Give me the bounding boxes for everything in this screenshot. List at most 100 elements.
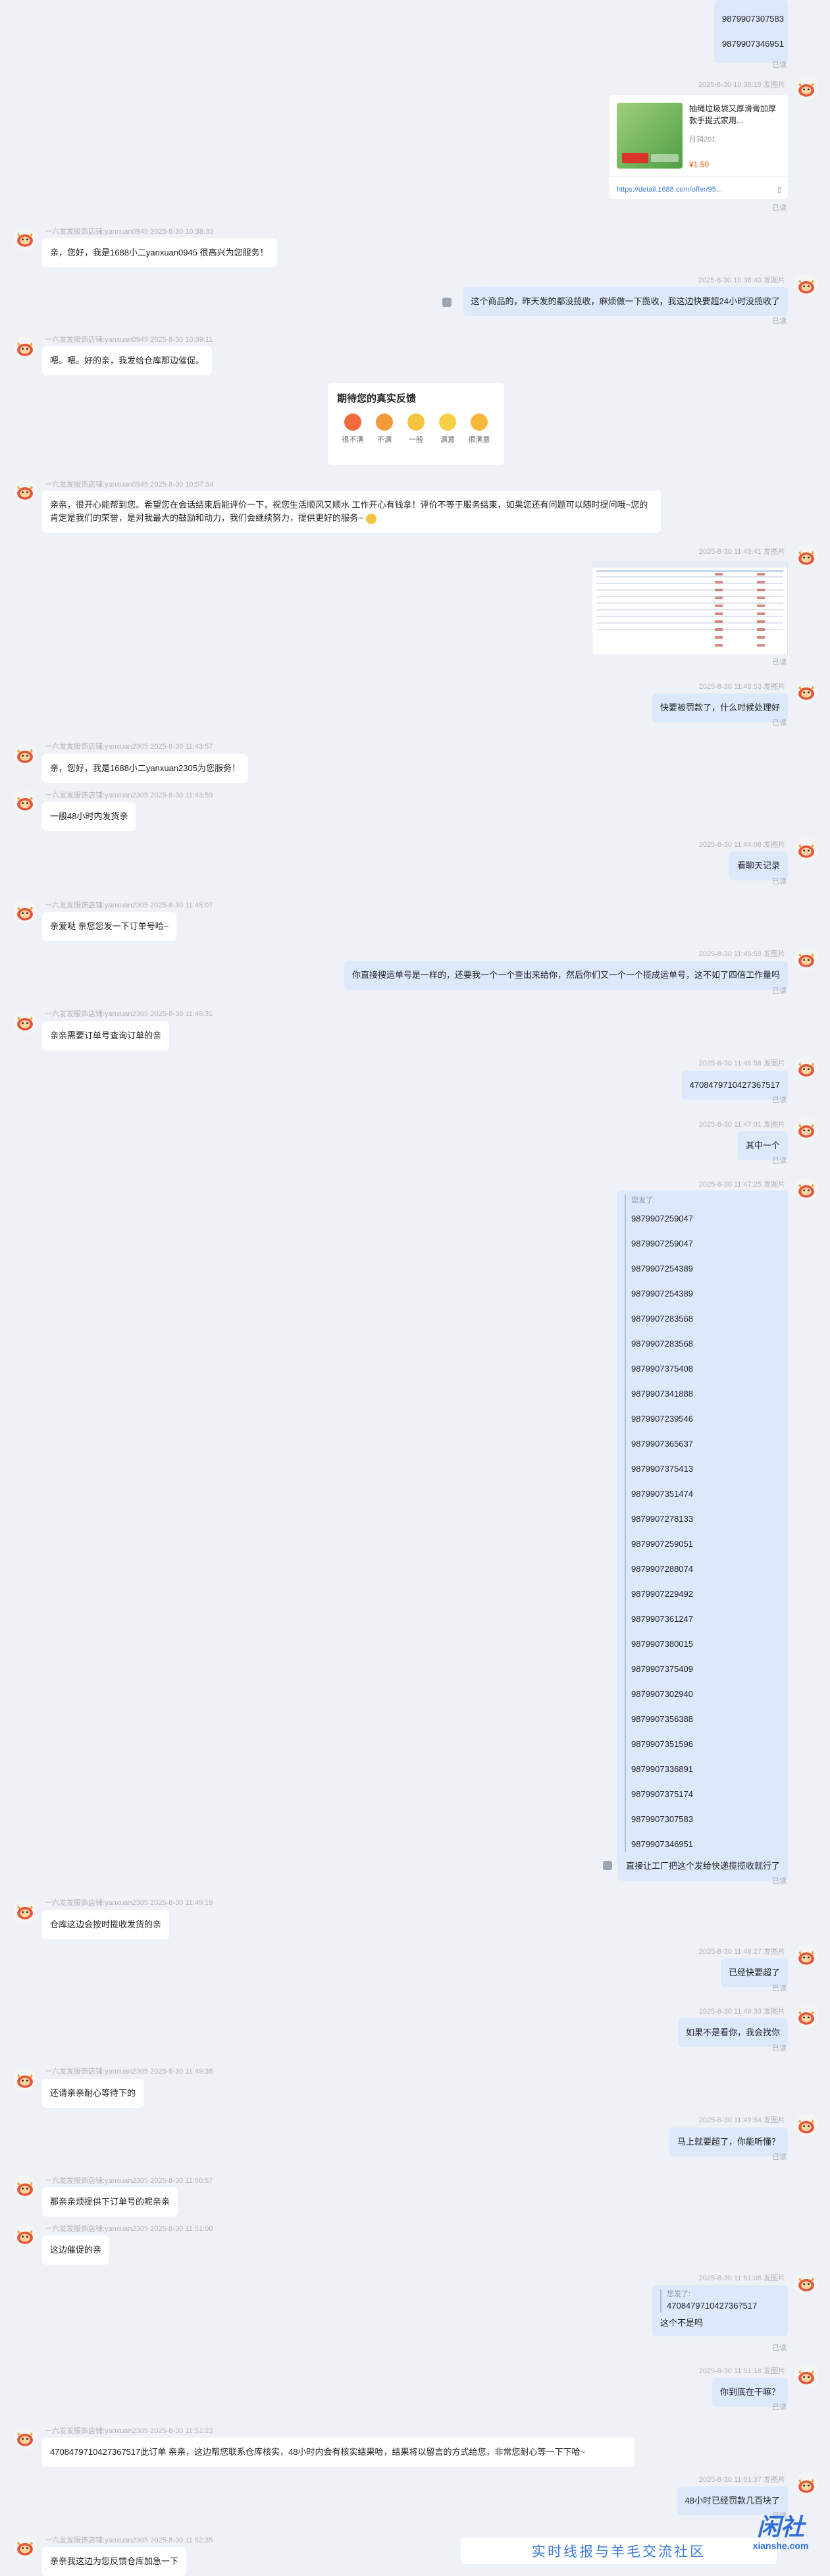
message-meta: 2025-8-30 11:47:25 发图片 [698, 1181, 785, 1189]
tracking-number: 9879907278133 [631, 1514, 693, 1524]
message-bubble: 马上就要超了，你能听懂？ [669, 2128, 788, 2157]
message-bubble-numbers-top: 9879907307583 9879907346951 [714, 0, 788, 63]
avatar [13, 336, 37, 360]
read-status: 已读 [772, 317, 787, 325]
screenshot-image[interactable] [592, 562, 788, 655]
read-status: 已读 [772, 2344, 787, 2352]
read-status: 已读 [772, 2045, 787, 2053]
tracking-number: 9879907375408 [631, 1364, 693, 1374]
avatar [794, 545, 818, 568]
avatar [13, 227, 37, 250]
message-meta: 2025-8-30 11:45:59 发图片 [698, 950, 785, 958]
rating-very-satisfied[interactable]: 很满意 [463, 414, 495, 446]
sad-face-icon [376, 414, 393, 431]
product-url[interactable]: https://detail.1688.com/offer/95... [617, 183, 722, 196]
message-bubble: 仓库这边会按时揽收发货的亲 [42, 1910, 170, 1939]
avatar [794, 2004, 818, 2028]
tracking-number: 9879907239546 [631, 1414, 693, 1424]
message-meta: 2025-8-30 11:49:54 发图片 [698, 2116, 785, 2124]
avatar [794, 76, 818, 100]
message-bubble: 48小时已经罚款几百块了 [677, 2486, 788, 2515]
message-meta: 一六发发服饰店铺:yanxuan2305 2025-8-30 11:46:31 [45, 1010, 213, 1018]
message-meta: 2025-8-30 11:47:01 发图片 [698, 1121, 785, 1129]
message-meta: 2025-8-30 11:44:08 发图片 [698, 841, 785, 849]
avatar [13, 2224, 37, 2247]
avatar [13, 900, 37, 924]
tracking-number: 9879907307583 [631, 1814, 693, 1824]
tracking-number-list: 9879907259047 9879907259047 9879907254389 9… [631, 1206, 780, 1857]
message-text: 这个不是吗 [660, 2318, 704, 2328]
quote-label: 您发了: [667, 2290, 691, 2298]
tracking-number: 9879907254389 [631, 1289, 693, 1299]
quote-label: 您发了: [631, 1196, 656, 1204]
message-meta: 一六发发服饰店铺:yanxuan2305 2025-8-30 11:51:23 [45, 2427, 213, 2435]
read-status: 已读 [772, 61, 787, 69]
read-status: 已读 [772, 658, 787, 666]
tracking-number: 9879907356388 [631, 1714, 693, 1724]
message-bubble: 亲亲，很开心能帮到您。希望您在会话结束后能评价一下，祝您生活顺风又顺水 工作开心… [42, 491, 661, 533]
read-status: 已读 [772, 2153, 787, 2161]
avatar [13, 479, 37, 503]
read-status: 已读 [772, 1096, 787, 1104]
tracking-number: 9879907259047 [631, 1214, 693, 1223]
avatar [794, 2113, 818, 2137]
tracking-number: 9879907259051 [631, 1539, 693, 1549]
unread-icon: · [603, 1861, 612, 1870]
message-bubble: 直接让工厂把这个发给快递揽揽收就行了 [617, 1852, 788, 1881]
avatar [13, 1010, 37, 1034]
rating-neutral[interactable]: 一般 [400, 414, 432, 446]
read-status: 已读 [772, 719, 787, 727]
message-bubble: 亲，您好，我是1688小二yanxuan2305为您服务！ [42, 754, 248, 783]
message-meta: 2025-8-30 11:51:18 发图片 [698, 2367, 785, 2375]
tracking-number: 9879907288074 [631, 1564, 693, 1574]
tracking-number: 9879907346951 [722, 39, 784, 49]
message-meta: 2025-8-30 11:43:53 发图片 [698, 683, 785, 691]
message-bubble: 一般48小时内发货亲 [42, 802, 136, 831]
product-title[interactable]: 抽绳垃圾袋又厚滑膏加厚款手提式家用... [689, 103, 780, 126]
avatar [794, 1177, 818, 1201]
read-status: 已读 [772, 1157, 787, 1165]
product-price: ¥1.50 [689, 160, 710, 169]
avatar [13, 2535, 37, 2559]
tracking-number: 9879907351596 [631, 1739, 693, 1749]
message-bubble: 亲爱哒 亲您您发一下订单号哈~ [42, 912, 177, 941]
tracking-number: 9879907351474 [631, 1489, 693, 1499]
rating-satisfied[interactable]: 满意 [432, 414, 463, 446]
message-meta: 2025-8-30 10:38:40 发图片 [698, 277, 785, 284]
read-status: 已读 [772, 1877, 787, 1885]
message-bubble: 快要被罚款了，什么时候处理好 [652, 693, 788, 722]
avatar [13, 2176, 37, 2199]
message-bubble: 亲亲我这边为您反馈仓库加急一下 [42, 2547, 187, 2576]
rating-very-dissatisfied[interactable]: 很不满 [337, 414, 369, 446]
tracking-number: 9879907254389 [631, 1264, 693, 1274]
avatar [794, 947, 818, 971]
message-meta: 2025-8-30 11:51:08 发图片 [698, 2274, 785, 2282]
message-meta: 一六发发服饰店铺:yanxuan2305 2025-8-30 11:49:19 [45, 1899, 213, 1907]
message-bubble: 还请亲亲耐心等待下的 [42, 2079, 144, 2108]
message-bubble: 嗯。嗯。好的亲，我发给仓库那边催促。 [42, 346, 213, 375]
read-status: 已读 [772, 1985, 787, 1993]
avatar [13, 790, 37, 814]
message-meta: 一六发发服饰店铺:yanxuan2305 2025-8-30 11:43:59 [45, 792, 213, 799]
tracking-number: 9879907307583 [722, 14, 784, 24]
tracking-number: 9879907336891 [631, 1764, 693, 1774]
avatar [794, 838, 818, 861]
message-bubble-quoted: 您发了: 9879907259047 9879907259047 987990725… [617, 1191, 788, 1865]
avatar [794, 1945, 818, 1968]
message-meta: 2025-8-30 11:49:33 发图片 [698, 2008, 785, 2016]
rating-dissatisfied[interactable]: 不满 [369, 414, 400, 446]
community-banner[interactable]: 实时线报与羊毛交流社区 [461, 2538, 777, 2564]
logo-text: 闲社 [756, 2513, 804, 2540]
product-sales: 月销201 [689, 136, 716, 144]
tracking-number: 9879907375409 [631, 1664, 693, 1674]
avatar [13, 2426, 37, 2450]
avatar [794, 1117, 818, 1141]
message-bubble: 这个商品的，昨天发的都没揽收，麻烦做一下揽收，我这边快要超24小时没揽收了 [463, 287, 788, 316]
feedback-survey-card: 期待您的真实反馈 很不满 不满 一般 满意 很满意 [328, 383, 504, 465]
avatar [13, 2068, 37, 2091]
unread-icon: · [442, 298, 452, 307]
document-icon: ▯ [777, 186, 781, 194]
product-card[interactable]: 抽绳垃圾袋又厚滑膏加厚款手提式家用... 月销201 ¥1.50 https:/… [609, 95, 788, 199]
message-meta: 一六发发服饰店铺:yanxuan2305 2025-8-30 11:50:57 [45, 2177, 213, 2185]
tracking-number: 9879907283568 [631, 1314, 693, 1324]
